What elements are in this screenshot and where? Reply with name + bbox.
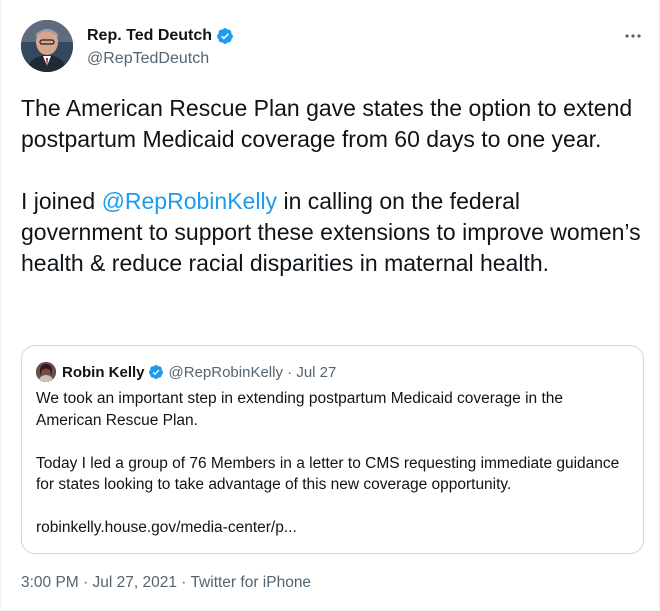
quoted-separator: · bbox=[283, 364, 296, 381]
quoted-tweet[interactable]: Robin Kelly @RepRobinKelly · Jul 27 We t… bbox=[21, 345, 644, 554]
quoted-author-name: Robin Kelly bbox=[62, 363, 145, 381]
quoted-author-avatar bbox=[36, 362, 56, 382]
quoted-paragraph-1: We took an important step in extending p… bbox=[36, 390, 564, 429]
mention-link[interactable]: @RepRobinKelly bbox=[102, 188, 278, 214]
tweet-paragraph-2: I joined @RepRobinKelly in calling on th… bbox=[21, 186, 646, 279]
tweet-timestamp[interactable]: 3:00 PM · Jul 27, 2021 · Twitter for iPh… bbox=[21, 574, 311, 592]
author-name-row: Rep. Ted Deutch bbox=[87, 27, 234, 45]
quoted-paragraph-gap bbox=[36, 496, 631, 518]
quoted-date: Jul 27 bbox=[296, 363, 337, 381]
quoted-tweet-header: Robin Kelly @RepRobinKelly · Jul 27 bbox=[36, 362, 336, 382]
tweet-text-prefix: I joined bbox=[21, 188, 102, 214]
quoted-author-handle: @RepRobinKelly bbox=[168, 363, 283, 381]
quoted-paragraph-gap bbox=[36, 431, 631, 453]
verified-badge-icon bbox=[217, 28, 233, 44]
more-dots-icon[interactable] bbox=[622, 26, 644, 46]
author-avatar[interactable] bbox=[21, 20, 73, 72]
more-dots-glyph bbox=[625, 34, 641, 38]
author-display-name[interactable]: Rep. Ted Deutch bbox=[87, 27, 212, 45]
quoted-avatar-image bbox=[36, 362, 56, 382]
quoted-paragraph-2: Today I led a group of 76 Members in a l… bbox=[36, 454, 620, 494]
quoted-verified-badge-icon bbox=[148, 365, 163, 379]
author-avatar-image bbox=[21, 20, 73, 72]
tweet-text: The American Rescue Plan gave states the… bbox=[21, 93, 646, 279]
author-handle[interactable]: @RepTedDeutch bbox=[87, 50, 209, 68]
quoted-tweet-body: We took an important step in extending p… bbox=[36, 388, 631, 539]
quoted-link[interactable]: robinkelly.house.gov/media-center/p... bbox=[36, 517, 631, 539]
tweet-paragraph-1: The American Rescue Plan gave states the… bbox=[21, 95, 633, 152]
tweet-card: Rep. Ted Deutch @RepTedDeutch The Americ… bbox=[0, 0, 660, 611]
quoted-separator-dot: · bbox=[287, 363, 293, 381]
